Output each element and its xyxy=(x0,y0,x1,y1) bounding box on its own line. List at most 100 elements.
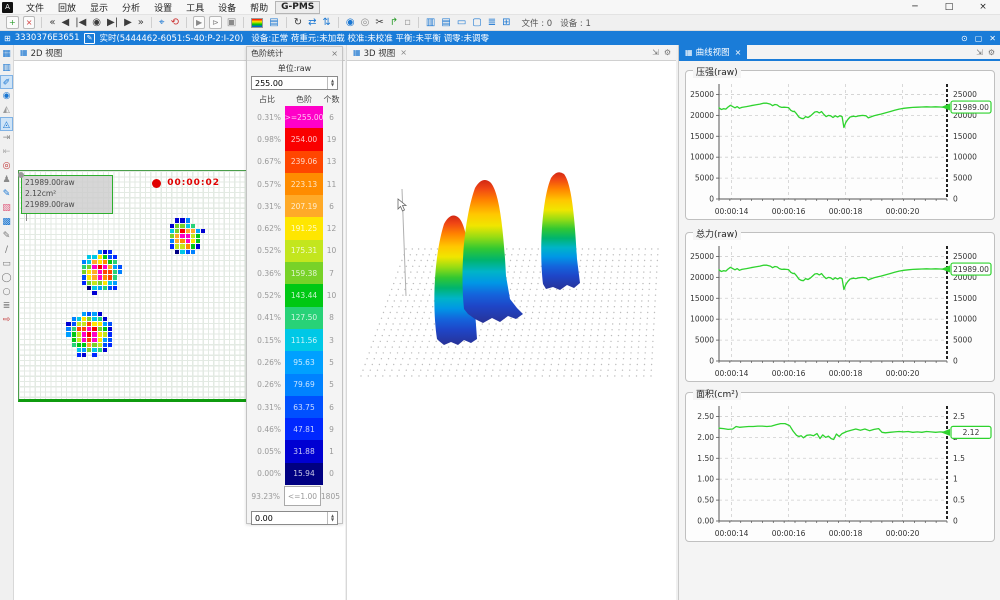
tab-curve-view[interactable]: ▦ 曲线视图 × xyxy=(679,44,747,60)
gradient-icon[interactable]: ▧ xyxy=(0,201,13,215)
rewind-icon[interactable]: « xyxy=(46,16,58,30)
heat-cell xyxy=(92,353,96,357)
heat-cell xyxy=(98,312,102,316)
avg-out-icon[interactable]: ⇤ xyxy=(0,145,13,159)
max-level-input[interactable] xyxy=(252,77,337,89)
svg-text:00:00:20: 00:00:20 xyxy=(886,369,920,378)
skip-end-icon[interactable]: ▶| xyxy=(104,16,121,30)
menu-item-6[interactable]: 工具 xyxy=(179,1,211,14)
monitor-icon[interactable]: ▢ xyxy=(469,16,484,30)
export-icon[interactable]: ↱ xyxy=(387,16,401,30)
avg-in-icon[interactable]: ⇥ xyxy=(0,131,13,145)
close-icon[interactable]: × xyxy=(400,48,407,57)
maximize-icon[interactable]: □ xyxy=(932,2,966,12)
rect-select-icon[interactable]: ▭ xyxy=(0,257,13,271)
skip-start-icon[interactable]: |◀ xyxy=(72,16,89,30)
area-curve[interactable]: 00:00:1400:00:1600:00:1800:00:200.0000.5… xyxy=(687,396,993,543)
target-icon[interactable]: ◉ xyxy=(0,89,13,103)
pressure-heatmap-2d[interactable]: 21989.00raw 2.12cm² 21989.00raw 00:00:02 xyxy=(18,170,249,402)
heat-cell xyxy=(82,260,86,264)
gear-icon[interactable]: ⚙ xyxy=(988,48,995,57)
swap-horizontal-icon[interactable]: ⇄ xyxy=(305,16,319,30)
heat-cell xyxy=(191,234,195,238)
menu-item-4[interactable]: 分析 xyxy=(115,1,147,14)
crop-icon[interactable]: ▫ xyxy=(401,16,414,30)
target-off-icon[interactable]: ◎ xyxy=(358,16,373,30)
color-scale-header[interactable]: 色阶统计 × xyxy=(247,47,342,61)
stamp-icon[interactable]: ♟ xyxy=(0,173,13,187)
heat-cell xyxy=(82,353,86,357)
close-view-icon[interactable]: × xyxy=(23,16,36,29)
record-icon[interactable]: ◉ xyxy=(89,16,104,30)
spinner-icon[interactable]: ▲▼ xyxy=(327,512,337,524)
menu-item-1[interactable]: 文件 xyxy=(19,1,51,14)
colormap-icon[interactable] xyxy=(251,18,263,28)
target-icon[interactable]: ◉ xyxy=(343,16,358,30)
frame-icon[interactable]: ▭ xyxy=(454,16,469,30)
refresh-icon[interactable]: ↻ xyxy=(291,16,305,30)
add-view-icon[interactable]: + xyxy=(6,16,19,29)
palette-icon[interactable]: ▩ xyxy=(0,215,13,229)
close-icon[interactable]: × xyxy=(735,48,742,57)
polyline-icon[interactable]: ∕ xyxy=(0,243,13,257)
tab-3d-view[interactable]: ▦ 3D 视图 × xyxy=(347,45,413,61)
spinner-icon[interactable]: ▲▼ xyxy=(327,77,337,89)
minimize-icon[interactable]: ─ xyxy=(898,2,932,12)
lamp-on-icon[interactable]: ◬ xyxy=(0,117,13,131)
pin-icon[interactable]: ⌖ xyxy=(156,16,168,30)
menu-item-8[interactable]: 帮助 xyxy=(243,1,275,14)
view-grid-icon[interactable]: ▥ xyxy=(0,61,13,75)
tooltip-handle[interactable] xyxy=(18,172,24,178)
float-icon[interactable]: ▢ xyxy=(975,34,983,43)
force-curve[interactable]: 00:00:1400:00:1600:00:1800:00:2000500050… xyxy=(687,236,993,383)
min-level-input[interactable] xyxy=(252,512,337,524)
tab-2d-view[interactable]: ▦ 2D 视图 xyxy=(14,45,68,61)
heat-cell xyxy=(92,291,96,295)
fast-forward-icon[interactable]: » xyxy=(135,16,147,30)
pen-icon[interactable]: ✎ xyxy=(0,187,13,201)
close-icon[interactable]: × xyxy=(966,2,1000,12)
swap-vertical-icon[interactable]: ⇅ xyxy=(320,16,334,30)
selection-stats-tooltip[interactable]: 21989.00raw 2.12cm² 21989.00raw xyxy=(21,175,113,214)
layout-3col-icon[interactable]: ▤ xyxy=(438,16,453,30)
view-tab-icon: ▦ xyxy=(20,48,28,57)
view-window-icon[interactable]: ▦ xyxy=(0,47,13,61)
cut-icon[interactable]: ✂ xyxy=(372,16,386,30)
left-tool-palette: ▦▥✐◉◭◬⇥⇤◎♟✎▧▩✎∕▭◯○≣⇨ xyxy=(0,45,14,600)
export-frame-icon[interactable]: ⇨ xyxy=(0,313,13,327)
layout-2col-icon[interactable]: ▥ xyxy=(423,16,438,30)
clipboard-icon[interactable]: ▤ xyxy=(266,16,281,30)
expand-icon[interactable]: ⇲ xyxy=(976,48,983,57)
expand-icon[interactable]: ⇲ xyxy=(652,48,659,57)
heat-cell xyxy=(191,250,195,254)
close-icon[interactable]: ✕ xyxy=(989,34,996,43)
list-icon[interactable]: ≣ xyxy=(485,16,499,30)
platform-icon[interactable]: ≣ xyxy=(0,299,13,313)
step-back-icon[interactable]: ◀ xyxy=(59,16,73,30)
close-icon[interactable]: × xyxy=(331,49,338,58)
video-save-icon[interactable]: ▣ xyxy=(224,16,239,30)
ellipse-select-icon[interactable]: ◯ xyxy=(0,271,13,285)
record-target-icon[interactable]: ◎ xyxy=(0,159,13,173)
lamp-off-icon[interactable]: ◭ xyxy=(0,103,13,117)
menu-item-9[interactable]: G-PMS xyxy=(275,1,320,14)
play-icon[interactable]: ▶ xyxy=(121,16,135,30)
video-export-icon[interactable]: ⊳ xyxy=(209,16,222,29)
video-icon[interactable]: ▶ xyxy=(193,16,205,29)
menu-item-3[interactable]: 显示 xyxy=(83,1,115,14)
edit-icon[interactable]: ✎ xyxy=(84,33,96,44)
brush-icon[interactable]: ✐ xyxy=(0,75,13,89)
info-icon[interactable]: ⊙ xyxy=(961,34,968,43)
gear-icon[interactable]: ⚙ xyxy=(664,48,671,57)
menu-item-5[interactable]: 设置 xyxy=(147,1,179,14)
loop-icon[interactable]: ⟲ xyxy=(168,16,182,30)
menu-item-7[interactable]: 设备 xyxy=(211,1,243,14)
grid-layout-icon[interactable]: ⊞ xyxy=(499,16,513,30)
circle-select-icon[interactable]: ○ xyxy=(0,285,13,299)
heat-cell xyxy=(186,239,190,243)
pressure-surface-3d[interactable] xyxy=(347,61,677,599)
menu-item-2[interactable]: 回放 xyxy=(51,1,83,14)
pencil-icon[interactable]: ✎ xyxy=(0,229,13,243)
color-scale-row: 0.15%111.563 xyxy=(247,329,342,351)
pressure-curve[interactable]: 00:00:1400:00:1600:00:1800:00:2000500050… xyxy=(687,74,993,221)
